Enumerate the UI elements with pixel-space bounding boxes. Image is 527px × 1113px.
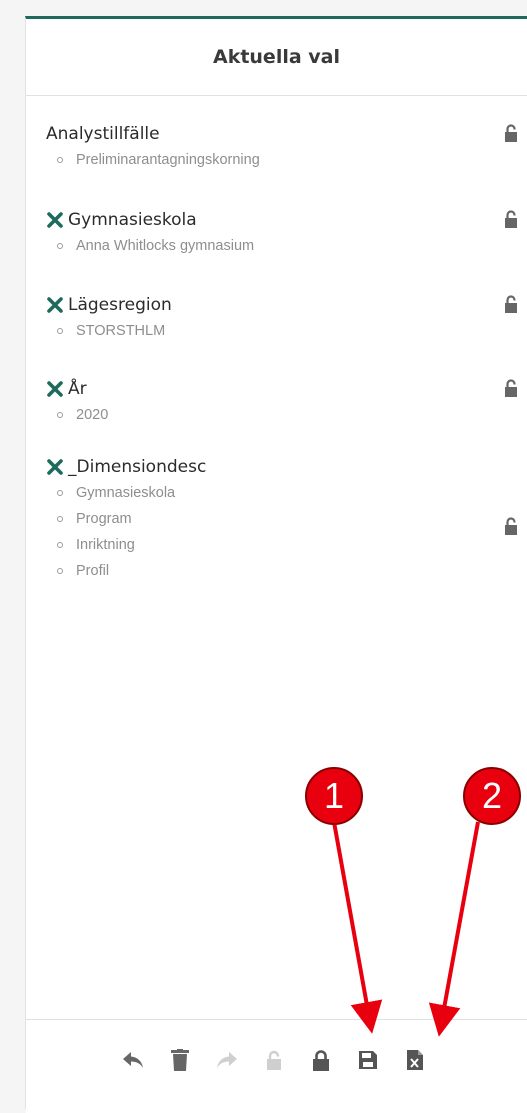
callout-2: 2 [463, 767, 521, 825]
close-icon[interactable] [46, 458, 64, 476]
unlock-icon[interactable] [263, 1049, 285, 1071]
selection-value[interactable]: STORSTHLM [46, 318, 527, 344]
selection-value[interactable]: Inriktning [46, 532, 527, 558]
panel-title: Aktuella val [212, 46, 341, 68]
selection-label: Gymnasieskola [68, 210, 197, 230]
back-icon[interactable] [122, 1049, 144, 1071]
excel-export-icon[interactable] [404, 1049, 426, 1071]
forward-icon[interactable] [216, 1049, 238, 1071]
selection-dimensiondesc: _Dimensiondesc Gymnasieskola Program Inr… [46, 454, 527, 584]
selection-value[interactable]: Anna Whitlocks gymnasium [46, 233, 527, 259]
selection-value[interactable]: Preliminarantagningskorning [46, 147, 527, 173]
save-icon[interactable] [357, 1049, 379, 1071]
close-icon[interactable] [46, 211, 64, 229]
selection-title: Lägesregion [46, 292, 527, 318]
close-icon[interactable] [46, 296, 64, 314]
selection-label: Lägesregion [68, 295, 172, 315]
unlock-icon[interactable] [503, 295, 519, 313]
lock-icon[interactable] [310, 1049, 332, 1071]
unlock-icon[interactable] [503, 124, 519, 142]
callout-1: 1 [305, 767, 363, 825]
selection-value[interactable]: Gymnasieskola [46, 480, 527, 506]
current-selections-panel: Aktuella val Analystillfälle Preliminara… [25, 16, 527, 1113]
selection-label: Analystillfälle [46, 124, 160, 144]
unlock-icon[interactable] [503, 210, 519, 228]
selection-label: _Dimensiondesc [68, 457, 207, 477]
selection-lagesregion: Lägesregion STORSTHLM [46, 292, 527, 344]
selection-label: År [68, 379, 87, 399]
selection-title: Gymnasieskola [46, 207, 527, 233]
close-icon[interactable] [46, 380, 64, 398]
selection-title: Analystillfälle [46, 121, 527, 147]
selections-toolbar [26, 1019, 527, 1113]
trash-icon[interactable] [169, 1049, 191, 1071]
selection-value[interactable]: Profil [46, 558, 527, 584]
selection-value[interactable]: Program [46, 506, 527, 532]
selection-ar: År 2020 [46, 376, 527, 428]
selection-title: År [46, 376, 527, 402]
selection-gymnasieskola: Gymnasieskola Anna Whitlocks gymnasium [46, 207, 527, 259]
selection-value[interactable]: 2020 [46, 402, 527, 428]
selection-analystillfalle: Analystillfälle Preliminarantagningskorn… [46, 121, 527, 173]
selection-title: _Dimensiondesc [46, 454, 527, 480]
panel-header: Aktuella val [26, 19, 527, 96]
unlock-icon[interactable] [503, 379, 519, 397]
